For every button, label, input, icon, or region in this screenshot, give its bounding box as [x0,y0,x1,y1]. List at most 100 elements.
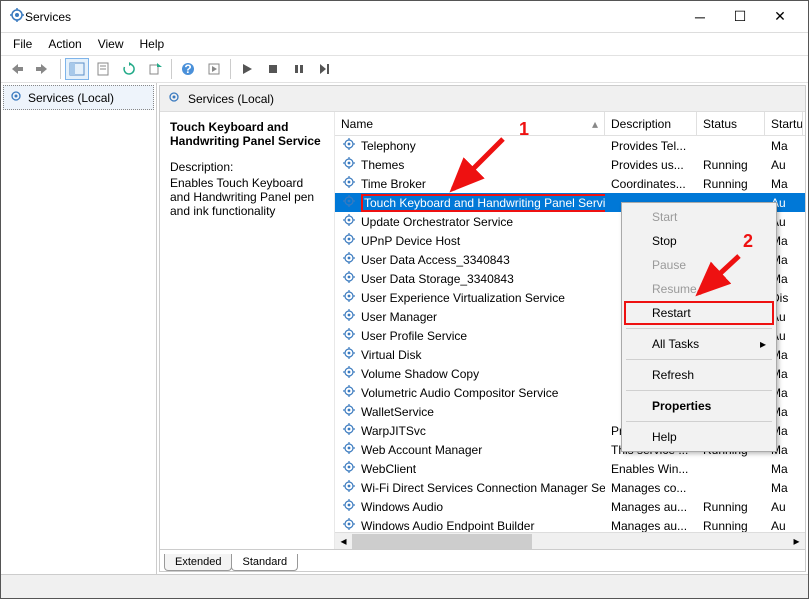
pause-service-button[interactable] [287,58,311,80]
properties-icon[interactable] [91,58,115,80]
forward-button[interactable] [32,58,56,80]
gear-icon [341,174,357,193]
help-icon[interactable]: ? [176,58,200,80]
menu-action[interactable]: Action [40,35,89,53]
service-row[interactable]: Windows Audio Endpoint BuilderManages au… [335,516,805,532]
toolbar-play-icon[interactable] [202,58,226,80]
service-name-text: Update Orchestrator Service [361,215,513,229]
right-pane-header: Services (Local) [160,86,805,112]
service-row[interactable]: ThemesProvides us...RunningAu [335,155,805,174]
gear-icon [341,155,357,174]
service-name-text: Volume Shadow Copy [361,367,479,381]
context-menu-start: Start [624,205,774,229]
gear-icon [341,383,357,402]
scroll-thumb[interactable] [352,534,532,549]
context-menu-restart[interactable]: Restart [624,301,774,325]
service-startup: Ma [765,139,803,153]
service-name-text: Volumetric Audio Compositor Service [361,386,558,400]
statusbar [1,574,808,598]
service-name-text: Windows Audio [361,500,443,514]
service-name-text: User Manager [361,310,437,324]
service-row[interactable]: WebClientEnables Win...Ma [335,459,805,478]
export-button[interactable] [143,58,167,80]
service-name-text: Telephony [361,139,416,153]
window-title: Services [25,10,680,24]
view-tabs: Extended Standard [160,549,805,571]
gear-icon [341,497,357,516]
column-startup[interactable]: Startup Type [765,112,803,135]
close-button[interactable]: ✕ [760,2,800,32]
gear-icon [8,88,24,107]
tab-standard[interactable]: Standard [231,554,298,571]
context-menu-separator [626,359,772,360]
menu-help[interactable]: Help [132,35,173,53]
menu-file[interactable]: File [5,35,40,53]
column-name[interactable]: Name▴ [335,112,605,135]
back-button[interactable] [6,58,30,80]
refresh-button[interactable] [117,58,141,80]
service-name-text: WebClient [361,462,416,476]
gear-icon [341,231,357,250]
horizontal-scrollbar[interactable]: ◂ ▸ [335,532,805,549]
service-status: Running [697,158,765,172]
service-name-text: UPnP Device Host [361,234,460,248]
gear-icon [341,402,357,421]
app-icon [9,7,25,26]
gear-icon [341,516,357,532]
service-name-text: User Data Access_3340843 [361,253,510,267]
service-name-text: Wi-Fi Direct Services Connection Manager… [361,481,605,495]
service-row[interactable]: TelephonyProvides Tel...Ma [335,136,805,155]
gear-icon [341,212,357,231]
context-menu-stop[interactable]: Stop [624,229,774,253]
gear-icon [341,440,357,459]
service-row[interactable]: Wi-Fi Direct Services Connection Manager… [335,478,805,497]
context-menu-all-tasks[interactable]: All Tasks [624,332,774,356]
context-menu-refresh[interactable]: Refresh [624,363,774,387]
gear-icon [341,136,357,155]
list-header: Name▴ Description Status Startup Type [335,112,805,136]
gear-icon [341,193,357,212]
maximize-button[interactable]: ☐ [720,2,760,32]
service-name-text: Virtual Disk [361,348,421,362]
column-status[interactable]: Status [697,112,765,135]
right-header-label: Services (Local) [188,92,274,106]
service-startup: Ma [765,481,803,495]
gear-icon [341,250,357,269]
service-desc: Coordinates... [605,177,697,191]
tab-extended[interactable]: Extended [164,554,232,571]
start-service-button[interactable] [235,58,259,80]
tree-root-services-local[interactable]: Services (Local) [3,85,154,110]
show-hide-tree-button[interactable] [65,58,89,80]
restart-service-button[interactable] [313,58,337,80]
toolbar: ? [1,55,808,83]
menu-view[interactable]: View [90,35,132,53]
stop-service-button[interactable] [261,58,285,80]
gear-icon [341,288,357,307]
scroll-left-button[interactable]: ◂ [335,533,352,550]
column-description[interactable]: Description [605,112,697,135]
context-menu-help[interactable]: Help [624,425,774,449]
menubar: File Action View Help [1,33,808,55]
gear-icon [341,269,357,288]
context-menu-separator [626,328,772,329]
tree-pane: Services (Local) [1,83,157,574]
titlebar: Services ─ ☐ ✕ [1,1,808,33]
service-name-text: User Profile Service [361,329,467,343]
service-status: Running [697,177,765,191]
gear-icon [341,478,357,497]
minimize-button[interactable]: ─ [680,2,720,32]
context-menu-separator [626,390,772,391]
service-name-text: Windows Audio Endpoint Builder [361,519,534,533]
gear-icon [341,326,357,345]
description-label: Description: [170,160,324,174]
scroll-right-button[interactable]: ▸ [788,533,805,550]
service-name-text: WalletService [361,405,434,419]
service-name-text: Web Account Manager [361,443,482,457]
service-row[interactable]: Windows AudioManages au...RunningAu [335,497,805,516]
service-status: Running [697,500,765,514]
service-row[interactable]: Time BrokerCoordinates...RunningMa [335,174,805,193]
context-menu-properties[interactable]: Properties [624,394,774,418]
service-name-text: Themes [361,158,404,172]
service-name-text: Touch Keyboard and Handwriting Panel Ser… [361,194,605,212]
service-name-text: WarpJITSvc [361,424,426,438]
